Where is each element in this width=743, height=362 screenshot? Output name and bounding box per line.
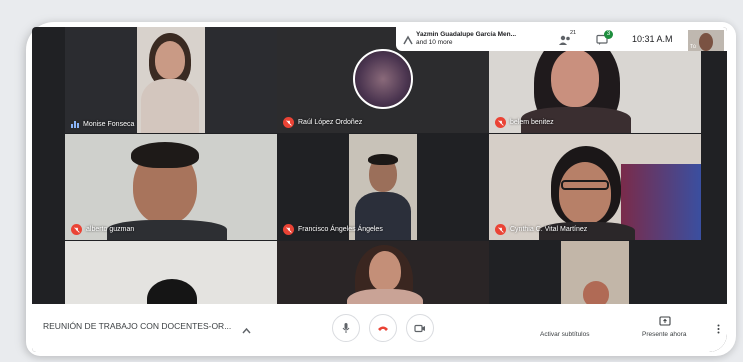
participant-label: alberto guzman [71, 224, 134, 235]
mic-off-icon [495, 117, 506, 128]
presenter-names: Yazmin Guadalupe García Men... and 10 mo… [416, 31, 517, 46]
mic-button[interactable] [332, 314, 360, 342]
participant-label: Raúl López Ordoñez [283, 117, 362, 128]
meeting-title[interactable]: REUNIÓN DE TRABAJO CON DOCENTES-OR... [43, 321, 231, 331]
participant-tile[interactable]: Cynthia C. Vital Martínez [489, 134, 701, 240]
self-view[interactable]: Tú [688, 30, 724, 51]
participant-tile[interactable]: Francisco Ángeles Ángeles [277, 134, 489, 240]
self-label: Tú [690, 44, 696, 50]
participant-tile[interactable] [65, 241, 277, 305]
mic-off-icon [71, 224, 82, 235]
people-count: 21 [570, 30, 577, 36]
camera-icon [414, 324, 425, 332]
present-now-button[interactable]: Presente ahora [642, 331, 686, 338]
speaking-indicator-icon [71, 121, 79, 128]
participant-tile[interactable]: alberto guzman [65, 134, 277, 240]
more-options-icon[interactable] [717, 321, 720, 339]
participant-label: Cynthia C. Vital Martínez [495, 224, 587, 235]
participant-label: Monise Fonseca [71, 121, 134, 128]
participant-label: belem benitez [495, 117, 554, 128]
mic-off-icon [283, 117, 294, 128]
participant-tile[interactable] [277, 241, 489, 305]
camera-button[interactable] [406, 314, 434, 342]
participant-tile[interactable] [489, 241, 701, 305]
chevron-up-icon[interactable] [242, 321, 251, 339]
mic-icon [342, 323, 350, 333]
hang-up-icon [378, 326, 388, 331]
captions-button[interactable]: Activar subtítulos [540, 331, 590, 338]
avatar [353, 49, 413, 109]
present-icon[interactable] [659, 314, 671, 332]
top-info-bar: Yazmin Guadalupe García Men... and 10 mo… [396, 27, 727, 51]
chat-badge: 3 [604, 30, 613, 39]
participant-tile[interactable]: Monise Fonseca [65, 27, 277, 133]
leave-call-button[interactable] [369, 314, 397, 342]
participant-label: Francisco Ángeles Ángeles [283, 224, 383, 235]
mic-off-icon [283, 224, 294, 235]
bottom-control-bar: REUNIÓN DE TRABAJO CON DOCENTES-OR... Ac… [32, 304, 727, 352]
clock: 10:31 A.M [632, 34, 673, 44]
presenting-icon [402, 33, 414, 51]
mic-off-icon [495, 224, 506, 235]
